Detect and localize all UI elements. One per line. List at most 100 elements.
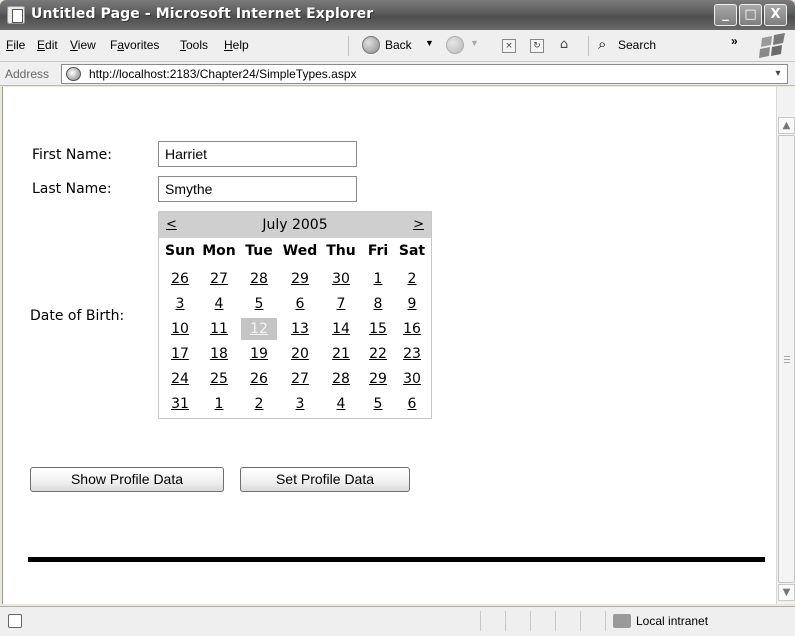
calendar-day-link[interactable]: 23 <box>395 343 429 365</box>
stop-icon[interactable]: × <box>502 39 516 53</box>
first-name-input[interactable]: Harriet <box>158 141 357 167</box>
set-profile-button[interactable]: Set Profile Data <box>240 467 410 492</box>
security-zone-label: Local intranet <box>636 614 709 628</box>
menu-edit[interactable]: Edit <box>37 38 58 52</box>
back-arrow-icon <box>362 36 380 54</box>
calendar-day-link[interactable]: 12 <box>241 318 277 340</box>
vertical-scrollbar[interactable]: ▲ ▼ <box>776 87 795 604</box>
maximize-button[interactable]: □ <box>739 4 762 26</box>
toolbar-overflow-chevron[interactable]: » <box>731 34 738 54</box>
calendar-day-link[interactable]: 9 <box>395 293 429 315</box>
back-button[interactable]: Back ▼ <box>359 36 439 56</box>
calendar-day-link[interactable]: 25 <box>200 368 238 390</box>
calendar-day-link[interactable]: 26 <box>241 368 277 390</box>
calendar-day-link[interactable]: 26 <box>162 268 198 290</box>
close-button[interactable]: X <box>764 4 787 26</box>
calendar-day-header: Sat <box>398 243 426 259</box>
menu-help-rest: elp <box>232 38 249 52</box>
address-dropdown-icon[interactable]: ▾ <box>771 67 785 81</box>
menu-help[interactable]: Help <box>224 38 249 52</box>
calendar-day-link[interactable]: 22 <box>362 343 394 365</box>
first-name-label: First Name: <box>32 147 112 163</box>
menu-tools[interactable]: Tools <box>180 38 208 52</box>
calendar-day-link[interactable]: 29 <box>280 268 320 290</box>
menu-bar: File Edit View Favorites Tools Help Back… <box>0 30 795 62</box>
toolbar-separator <box>348 36 349 56</box>
date-of-birth-calendar: < July 2005 > Sun Mon Tue Wed Thu Fri Sat 26 27 2… <box>158 211 432 419</box>
calendar-day-header: Mon <box>202 243 236 259</box>
last-name-label: Last Name: <box>32 181 112 197</box>
scroll-up-arrow-icon[interactable]: ▲ <box>778 117 795 134</box>
search-icon: ⌕ <box>598 36 607 53</box>
calendar-day-link[interactable]: 13 <box>280 318 320 340</box>
calendar-day-link[interactable]: 11 <box>200 318 238 340</box>
calendar-day-link[interactable]: 5 <box>241 293 277 315</box>
calendar-day-link[interactable]: 24 <box>162 368 198 390</box>
calendar-day-link[interactable]: 30 <box>321 268 361 290</box>
refresh-icon[interactable]: ↻ <box>530 39 544 53</box>
scroll-thumb[interactable] <box>778 135 795 583</box>
calendar-next-month-link[interactable]: > <box>413 217 424 232</box>
calendar-day-link[interactable]: 2 <box>241 393 277 415</box>
home-icon[interactable]: ⌂ <box>557 38 571 53</box>
calendar-day-link[interactable]: 18 <box>200 343 238 365</box>
menu-file-rest: ile <box>13 38 26 52</box>
calendar-day-link[interactable]: 15 <box>362 318 394 340</box>
calendar-day-link[interactable]: 20 <box>280 343 320 365</box>
calendar-day-link[interactable]: 7 <box>321 293 361 315</box>
menu-help-accel: H <box>224 38 233 52</box>
scroll-down-arrow-icon[interactable]: ▼ <box>778 584 795 601</box>
windows-logo-icon <box>759 33 785 58</box>
status-pane-divider <box>580 611 581 631</box>
calendar-day-link[interactable]: 4 <box>200 293 238 315</box>
menu-view-rest: iew <box>77 38 96 52</box>
calendar-day-link[interactable]: 28 <box>321 368 361 390</box>
forward-arrow-icon <box>446 36 464 54</box>
status-pane-divider <box>555 611 556 631</box>
calendar-day-link[interactable]: 21 <box>321 343 361 365</box>
menu-favorites-rest: vorites <box>124 38 160 52</box>
calendar-day-link[interactable]: 28 <box>241 268 277 290</box>
calendar-day-link[interactable]: 29 <box>362 368 394 390</box>
search-button[interactable]: ⌕ Search <box>596 36 676 56</box>
address-label: Address <box>5 67 50 81</box>
minimize-button[interactable]: _ <box>714 4 737 26</box>
calendar-day-link[interactable]: 2 <box>395 268 429 290</box>
menu-view[interactable]: View <box>70 38 96 52</box>
browser-window: Untitled Page - Microsoft Internet Explo… <box>0 0 795 636</box>
calendar-day-link[interactable]: 5 <box>362 393 394 415</box>
menu-file[interactable]: File <box>6 38 25 52</box>
last-name-input[interactable]: Smythe <box>158 176 357 202</box>
calendar-header: < July 2005 > <box>159 212 431 238</box>
calendar-day-link[interactable]: 6 <box>280 293 320 315</box>
forward-button[interactable]: ▼ <box>446 36 486 56</box>
calendar-day-link[interactable]: 1 <box>200 393 238 415</box>
back-dropdown-icon: ▼ <box>425 38 434 48</box>
calendar-day-link[interactable]: 8 <box>362 293 394 315</box>
calendar-day-link[interactable]: 27 <box>200 268 238 290</box>
calendar-day-link[interactable]: 4 <box>321 393 361 415</box>
menu-edit-rest: dit <box>45 38 58 52</box>
title-bar: Untitled Page - Microsoft Internet Explo… <box>0 0 795 30</box>
menu-favorites[interactable]: Favorites <box>110 38 159 52</box>
calendar-day-link[interactable]: 10 <box>162 318 198 340</box>
status-pane-divider <box>505 611 506 631</box>
calendar-day-link[interactable]: 16 <box>395 318 429 340</box>
calendar-day-link[interactable]: 30 <box>395 368 429 390</box>
calendar-month-title: July 2005 <box>262 217 328 233</box>
calendar-day-header: Wed <box>282 243 318 259</box>
calendar-day-link[interactable]: 31 <box>162 393 198 415</box>
menu-tools-rest: ools <box>186 38 209 52</box>
calendar-day-link[interactable]: 17 <box>162 343 198 365</box>
calendar-day-link[interactable]: 27 <box>280 368 320 390</box>
show-profile-button[interactable]: Show Profile Data <box>30 467 224 492</box>
calendar-day-link[interactable]: 3 <box>280 393 320 415</box>
calendar-day-link[interactable]: 3 <box>162 293 198 315</box>
calendar-day-header: Thu <box>326 243 356 259</box>
calendar-day-link[interactable]: 19 <box>241 343 277 365</box>
address-input[interactable]: http://localhost:2183/Chapter24/SimpleTy… <box>61 64 788 84</box>
calendar-day-link[interactable]: 14 <box>321 318 361 340</box>
calendar-day-link[interactable]: 6 <box>395 393 429 415</box>
window-title: Untitled Page - Microsoft Internet Explo… <box>31 6 374 22</box>
calendar-day-link[interactable]: 1 <box>362 268 394 290</box>
